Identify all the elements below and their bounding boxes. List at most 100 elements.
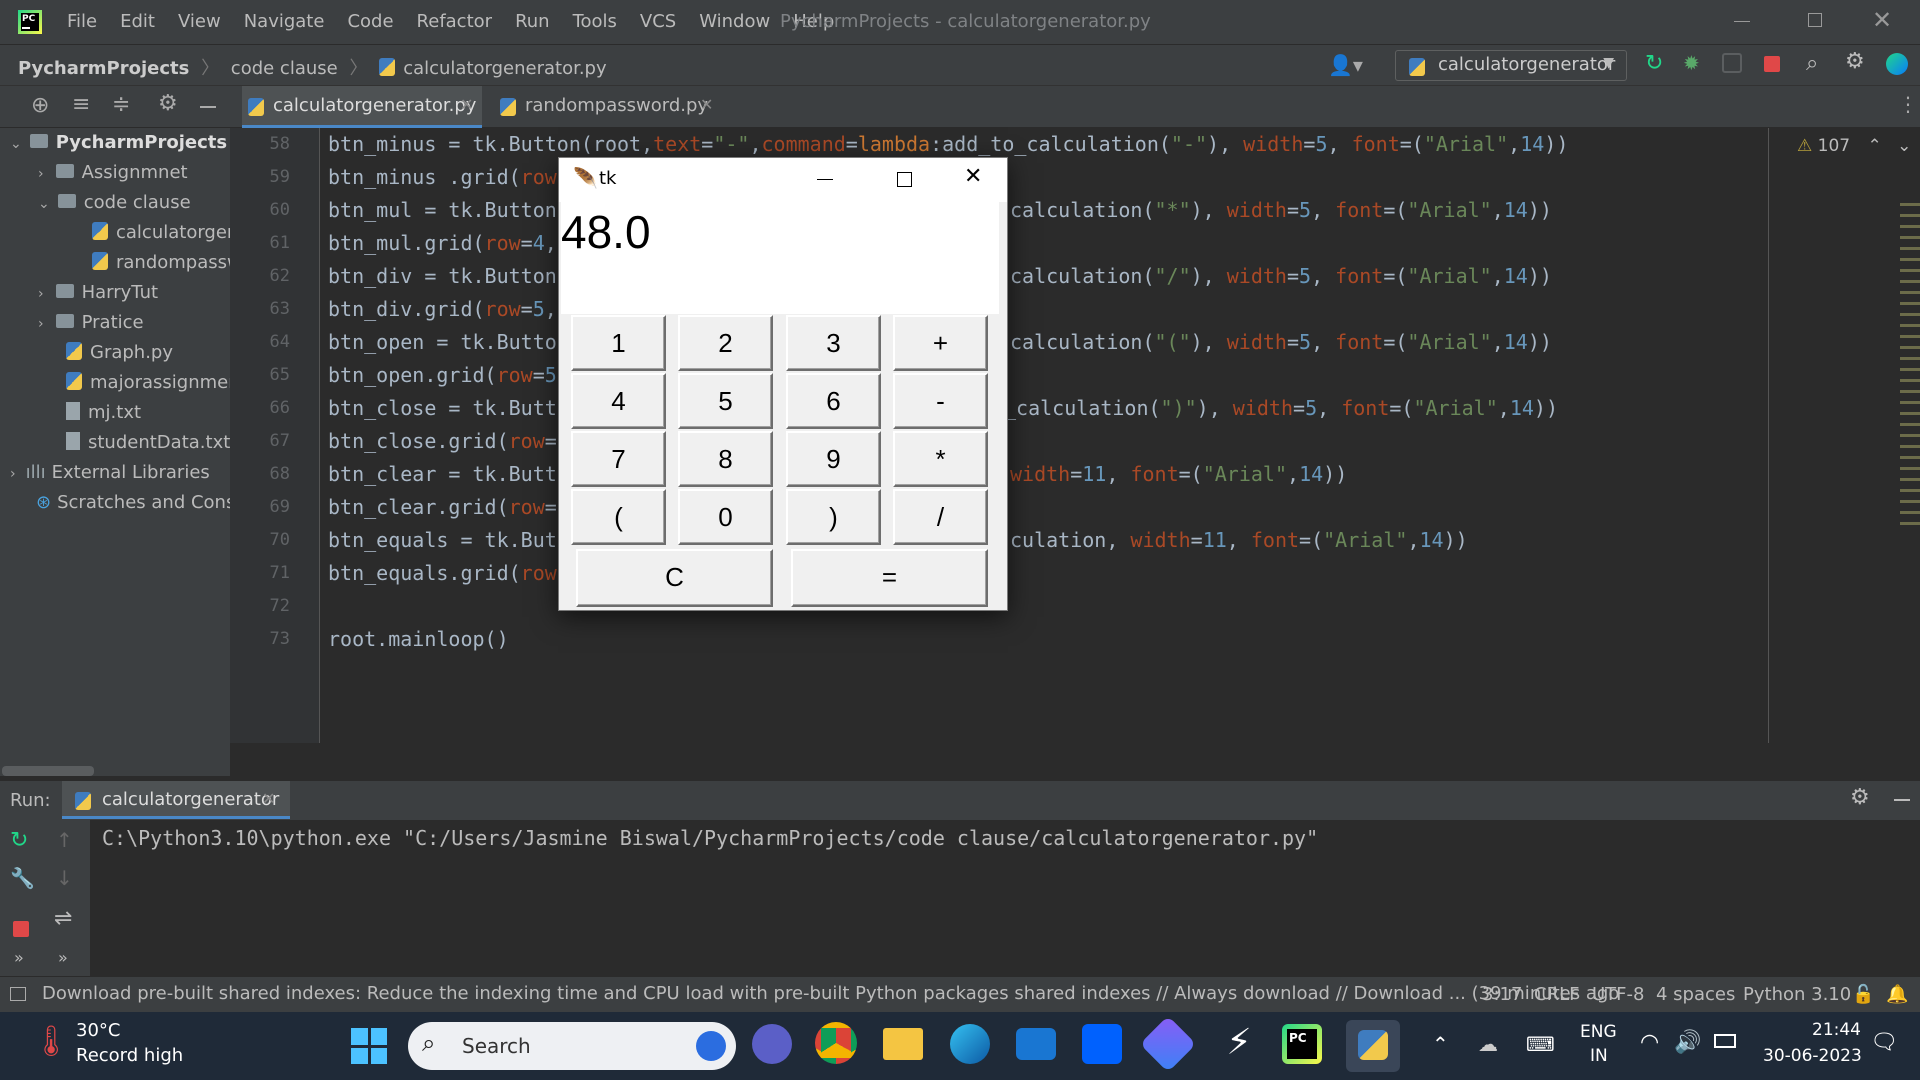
lock-icon[interactable]: 🔓 (1852, 984, 1874, 1005)
tk-maximize-icon[interactable] (897, 172, 912, 187)
down-arrow-icon[interactable]: ↓ (56, 866, 73, 890)
tree-item-harrytut[interactable]: › HarryTut (38, 278, 158, 308)
calc-button-plus[interactable]: + (893, 315, 988, 371)
tree-item-studentdata[interactable]: studentData.txt (66, 428, 230, 458)
tab-calculatorgenerator[interactable]: calculatorgenerator.py ✕ (242, 86, 482, 128)
tree-item-scratches[interactable]: ⊛ Scratches and Conso (36, 488, 246, 518)
clock-date[interactable]: 30-06-2023 (1763, 1046, 1862, 1066)
hide-panel-icon[interactable] (200, 106, 216, 108)
keyboard-icon[interactable]: ⌨ (1526, 1032, 1555, 1056)
calc-button-5[interactable]: 5 (678, 373, 773, 429)
breadcrumb-file[interactable]: calculatorgenerator.py (403, 58, 606, 79)
expand-all-icon[interactable]: ≡ (72, 92, 90, 117)
debug-icon[interactable]: ✹ (1683, 51, 1700, 75)
tree-item-randompassword[interactable]: randompassw (92, 248, 242, 278)
interpreter[interactable]: Python 3.10 (1743, 984, 1851, 1005)
close-icon[interactable]: ✕ (1872, 6, 1892, 34)
tree-root[interactable]: ⌄PycharmProjects C (10, 128, 245, 158)
menu-file[interactable]: File (67, 11, 97, 32)
calc-button-divide[interactable]: / (893, 489, 988, 545)
mail-icon[interactable] (1016, 1028, 1056, 1060)
clear-button[interactable]: C (576, 549, 773, 607)
tree-item-external-libraries[interactable]: › ıllı External Libraries (10, 458, 210, 488)
calc-button-7[interactable]: 7 (571, 431, 666, 487)
panel-toggle-icon[interactable] (10, 987, 26, 1001)
calc-button-6[interactable]: 6 (786, 373, 881, 429)
menu-code[interactable]: Code (347, 11, 393, 32)
more-options-icon[interactable]: ⋮ (1898, 92, 1918, 116)
region-label[interactable]: IN (1590, 1046, 1608, 1066)
notification-center-icon[interactable]: 🗨 (1870, 1030, 1898, 1055)
stop-icon[interactable] (1764, 56, 1780, 72)
tree-item-assignmnet[interactable]: › Assignmnet (38, 158, 188, 188)
plugins-icon[interactable] (1886, 53, 1908, 75)
account-icon[interactable]: 👤▾ (1328, 53, 1363, 77)
tab-randompassword[interactable]: randompassword.py ✕ (494, 86, 719, 128)
rerun-icon[interactable]: ↻ (1645, 51, 1663, 76)
hide-panel-icon[interactable] (1894, 799, 1910, 801)
breadcrumb-folder[interactable]: code clause (231, 58, 338, 79)
calc-button-open-paren[interactable]: ( (571, 489, 666, 545)
calc-button-multiply[interactable]: * (893, 431, 988, 487)
dropbox-icon[interactable] (1082, 1024, 1122, 1064)
calc-button-minus[interactable]: - (893, 373, 988, 429)
weather-label[interactable]: Record high (76, 1045, 183, 1066)
gear-icon[interactable]: ⚙ (1850, 785, 1870, 810)
tk-title-bar[interactable]: 🪶 tk ✕ (559, 158, 1007, 202)
terminal-icon[interactable]: ⚡ (1215, 1022, 1263, 1070)
windows-start-icon[interactable] (351, 1028, 387, 1064)
up-arrow-icon[interactable]: ↑ (56, 828, 73, 852)
calc-button-1[interactable]: 1 (571, 315, 666, 371)
calc-button-2[interactable]: 2 (678, 315, 773, 371)
close-tab-icon[interactable]: ✕ (700, 95, 713, 114)
battery-icon[interactable] (1714, 1034, 1736, 1048)
status-message[interactable]: Download pre-built shared indexes: Reduc… (42, 983, 1619, 1004)
locate-icon[interactable]: ⊕ (31, 93, 49, 118)
calc-button-0[interactable]: 0 (678, 489, 773, 545)
menu-navigate[interactable]: Navigate (244, 11, 325, 32)
tk-close-icon[interactable]: ✕ (964, 164, 982, 189)
tk-minimize-icon[interactable] (817, 179, 833, 180)
menu-refactor[interactable]: Refactor (417, 11, 493, 32)
wifi-icon[interactable]: ◠ (1640, 1030, 1659, 1055)
copilot-icon[interactable] (1139, 1015, 1197, 1073)
calc-button-8[interactable]: 8 (678, 431, 773, 487)
menu-view[interactable]: View (178, 11, 221, 32)
calculator-display[interactable]: 48.0 (561, 202, 999, 314)
horizontal-scrollbar[interactable] (2, 766, 94, 776)
close-tab-icon[interactable]: ✕ (460, 95, 473, 114)
python-app-icon[interactable] (1346, 1020, 1400, 1072)
menu-edit[interactable]: Edit (120, 11, 155, 32)
more-icon[interactable]: » (58, 948, 68, 967)
menu-tools[interactable]: Tools (573, 11, 617, 32)
chevron-up-icon[interactable]: ⌃ (1432, 1032, 1449, 1056)
calc-button-4[interactable]: 4 (571, 373, 666, 429)
close-tab-icon[interactable]: ✕ (262, 789, 275, 808)
run-console[interactable]: C:\Python3.10\python.exe "C:/Users/Jasmi… (0, 820, 1920, 976)
equals-button[interactable]: = (791, 549, 988, 607)
more-icon[interactable]: » (14, 948, 24, 967)
gear-icon[interactable]: ⚙ (1845, 49, 1865, 74)
line-separator[interactable]: CRLF (1534, 984, 1579, 1005)
menu-vcs[interactable]: VCS (640, 11, 676, 32)
restore-icon[interactable] (1808, 13, 1822, 27)
pycharm-icon[interactable]: PC (1282, 1024, 1322, 1064)
teams-icon[interactable] (752, 1024, 792, 1064)
indent-setting[interactable]: 4 spaces (1656, 984, 1735, 1005)
file-explorer-icon[interactable] (883, 1028, 923, 1060)
warning-indicator[interactable]: ⚠ 107 ⌃ ⌄ (1797, 136, 1911, 156)
chrome-icon[interactable] (815, 1022, 857, 1064)
rerun-icon[interactable]: ↻ (10, 828, 28, 853)
menu-window[interactable]: Window (699, 11, 770, 32)
tree-item-graph[interactable]: Graph.py (66, 338, 173, 368)
tree-item-code-clause[interactable]: ⌄ code clause (38, 188, 191, 218)
calc-button-3[interactable]: 3 (786, 315, 881, 371)
edge-icon[interactable] (950, 1024, 990, 1064)
volume-icon[interactable]: 🔊 (1674, 1030, 1701, 1055)
language-label[interactable]: ENG (1580, 1022, 1617, 1042)
gear-icon[interactable]: ⚙ (158, 91, 178, 116)
clock-time[interactable]: 21:44 (1812, 1020, 1861, 1040)
tree-item-majorassignment[interactable]: majorassignment (66, 368, 247, 398)
breadcrumb-project[interactable]: PycharmProjects (18, 58, 189, 79)
tree-item-calculatorgenerator[interactable]: calculatorgene (92, 218, 249, 248)
